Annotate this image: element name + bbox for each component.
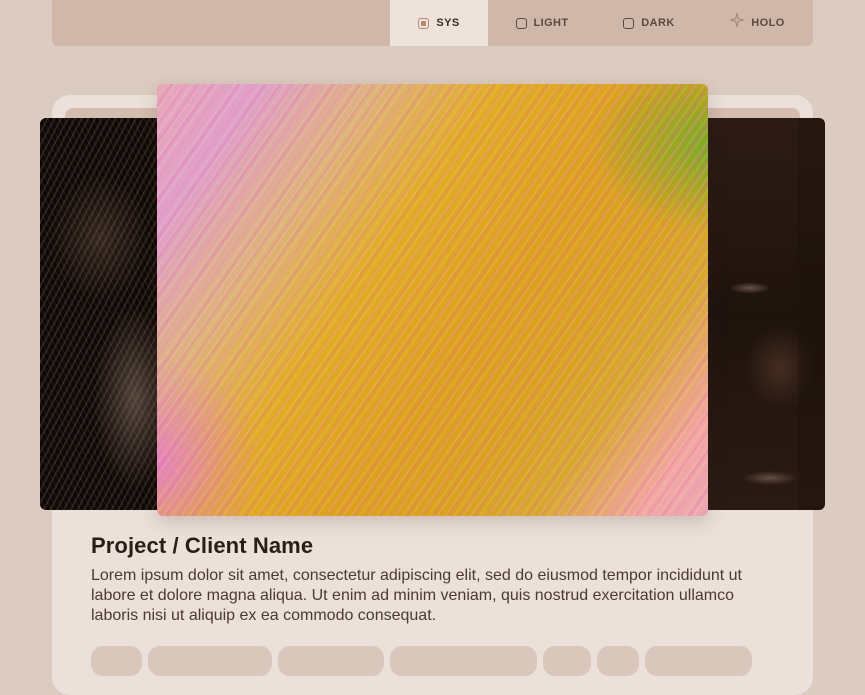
- radio-icon: [623, 17, 635, 29]
- radio-icon: [515, 17, 527, 29]
- theme-option-light[interactable]: LIGHT: [488, 0, 596, 46]
- theme-option-label: HOLO: [751, 17, 785, 29]
- project-title: Project / Client Name: [91, 533, 314, 558]
- theme-option-label: SYS: [436, 17, 460, 29]
- theme-switcher: SYS LIGHT DARK HOLO: [52, 0, 813, 46]
- tag-chip[interactable]: [597, 646, 639, 676]
- theme-option-label: DARK: [641, 17, 675, 29]
- tag-chip[interactable]: [91, 646, 142, 676]
- sparkle-icon: [730, 13, 745, 27]
- theme-option-sys[interactable]: SYS: [390, 0, 488, 46]
- radio-selected-icon: [418, 17, 430, 29]
- theme-option-holo[interactable]: HOLO: [702, 0, 813, 46]
- theme-option-label: LIGHT: [533, 17, 569, 29]
- slide-edge-shadow: [798, 118, 825, 510]
- tag-chip[interactable]: [543, 646, 591, 676]
- project-description: Lorem ipsum dolor sit amet, consectetur …: [91, 567, 742, 624]
- tag-chip[interactable]: [278, 646, 384, 676]
- tag-chip[interactable]: [390, 646, 537, 676]
- carousel-slide-next[interactable]: [690, 118, 825, 510]
- tag-chip[interactable]: [645, 646, 752, 676]
- theme-option-dark[interactable]: DARK: [596, 0, 702, 46]
- carousel-slide-current[interactable]: [157, 84, 708, 516]
- tag-chip[interactable]: [148, 646, 272, 676]
